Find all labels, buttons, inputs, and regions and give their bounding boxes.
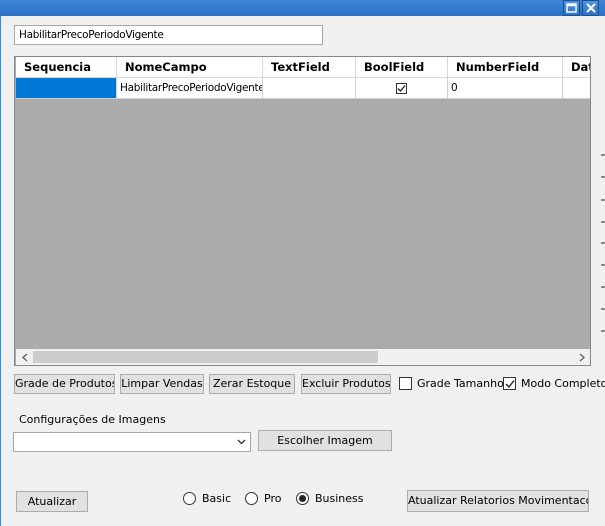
grade-tamanho-box[interactable] <box>399 377 412 390</box>
dialog-window: HabilitarPrecoPeriodoVigente Sequencia N… <box>0 16 605 526</box>
chevron-right-icon <box>579 353 585 361</box>
col-header-sequencia[interactable]: Sequencia <box>16 57 117 78</box>
image-config-select[interactable] <box>13 432 251 452</box>
modo-completo-box[interactable] <box>503 377 516 390</box>
atualizar-relatorios-button[interactable]: Atualizar Relatorios Movimentacoes <box>407 490 589 512</box>
col-header-dat[interactable]: Dat <box>563 57 590 78</box>
edition-basic-radio[interactable]: Basic <box>183 492 231 505</box>
grade-produtos-button[interactable]: Grade de Produtos <box>14 374 115 394</box>
checkmark-icon <box>505 379 515 388</box>
atualizar-button[interactable]: Atualizar <box>16 491 88 512</box>
modo-completo-checkbox[interactable]: Modo Completo <box>503 377 605 390</box>
cell-text-field[interactable] <box>263 78 356 99</box>
cell-bool-field[interactable] <box>356 78 448 99</box>
escolher-imagem-button[interactable]: Escolher Imagem <box>258 430 392 451</box>
grade-tamanho-checkbox[interactable]: Grade Tamanho <box>399 377 504 390</box>
chevron-down-icon[interactable] <box>234 436 248 448</box>
zerar-estoque-button[interactable]: Zerar Estoque <box>209 374 295 394</box>
limpar-vendas-button[interactable]: Limpar Vendas <box>120 374 204 394</box>
close-icon <box>585 3 596 13</box>
col-header-bool-field[interactable]: BoolField <box>356 57 448 78</box>
grade-tamanho-label: Grade Tamanho <box>417 377 504 390</box>
grid-header-row: Sequencia NomeCampo TextField BoolField … <box>16 57 590 78</box>
radio-circle[interactable] <box>245 492 258 505</box>
close-button[interactable] <box>582 0 599 16</box>
col-header-text-field[interactable]: TextField <box>263 57 356 78</box>
background-window-edge <box>598 16 605 526</box>
horizontal-scrollbar[interactable] <box>16 349 590 365</box>
edition-business-radio[interactable]: Business <box>296 492 364 505</box>
modo-completo-label: Modo Completo <box>521 377 605 390</box>
cell-nome-campo[interactable]: HabilitarPrecoPeriodoVigente <box>117 78 263 99</box>
fields-grid[interactable]: Sequencia NomeCampo TextField BoolField … <box>14 56 591 366</box>
radio-selected-dot <box>299 495 306 502</box>
image-config-label: Configurações de Imagens <box>19 413 166 426</box>
edition-pro-radio[interactable]: Pro <box>245 492 281 505</box>
edition-basic-label: Basic <box>202 492 232 505</box>
table-row[interactable]: HabilitarPrecoPeriodoVigente 0 <box>16 78 590 99</box>
restore-button[interactable] <box>563 0 580 16</box>
cell-dat[interactable] <box>563 78 590 99</box>
checkmark-icon <box>397 84 406 92</box>
scroll-right-button[interactable] <box>573 349 590 365</box>
bool-field-checkbox[interactable] <box>396 82 407 94</box>
field-name-input[interactable]: HabilitarPrecoPeriodoVigente <box>14 25 323 45</box>
scrollbar-thumb[interactable] <box>33 351 378 363</box>
chevron-left-icon <box>21 353 27 361</box>
edition-pro-label: Pro <box>264 492 282 505</box>
window-title-bar <box>0 0 605 16</box>
restore-icon <box>566 3 577 13</box>
excluir-produtos-button[interactable]: Excluir Produtos <box>301 374 391 394</box>
radio-circle[interactable] <box>296 492 309 505</box>
col-header-number-field[interactable]: NumberField <box>448 57 563 78</box>
grid-area: Sequencia NomeCampo TextField BoolField … <box>16 57 590 365</box>
edition-business-label: Business <box>315 492 364 505</box>
cell-number-field[interactable]: 0 <box>448 78 563 99</box>
scroll-left-button[interactable] <box>16 349 33 365</box>
cell-sequencia[interactable] <box>16 78 117 99</box>
col-header-nome-campo[interactable]: NomeCampo <box>117 57 263 78</box>
radio-circle[interactable] <box>183 492 196 505</box>
